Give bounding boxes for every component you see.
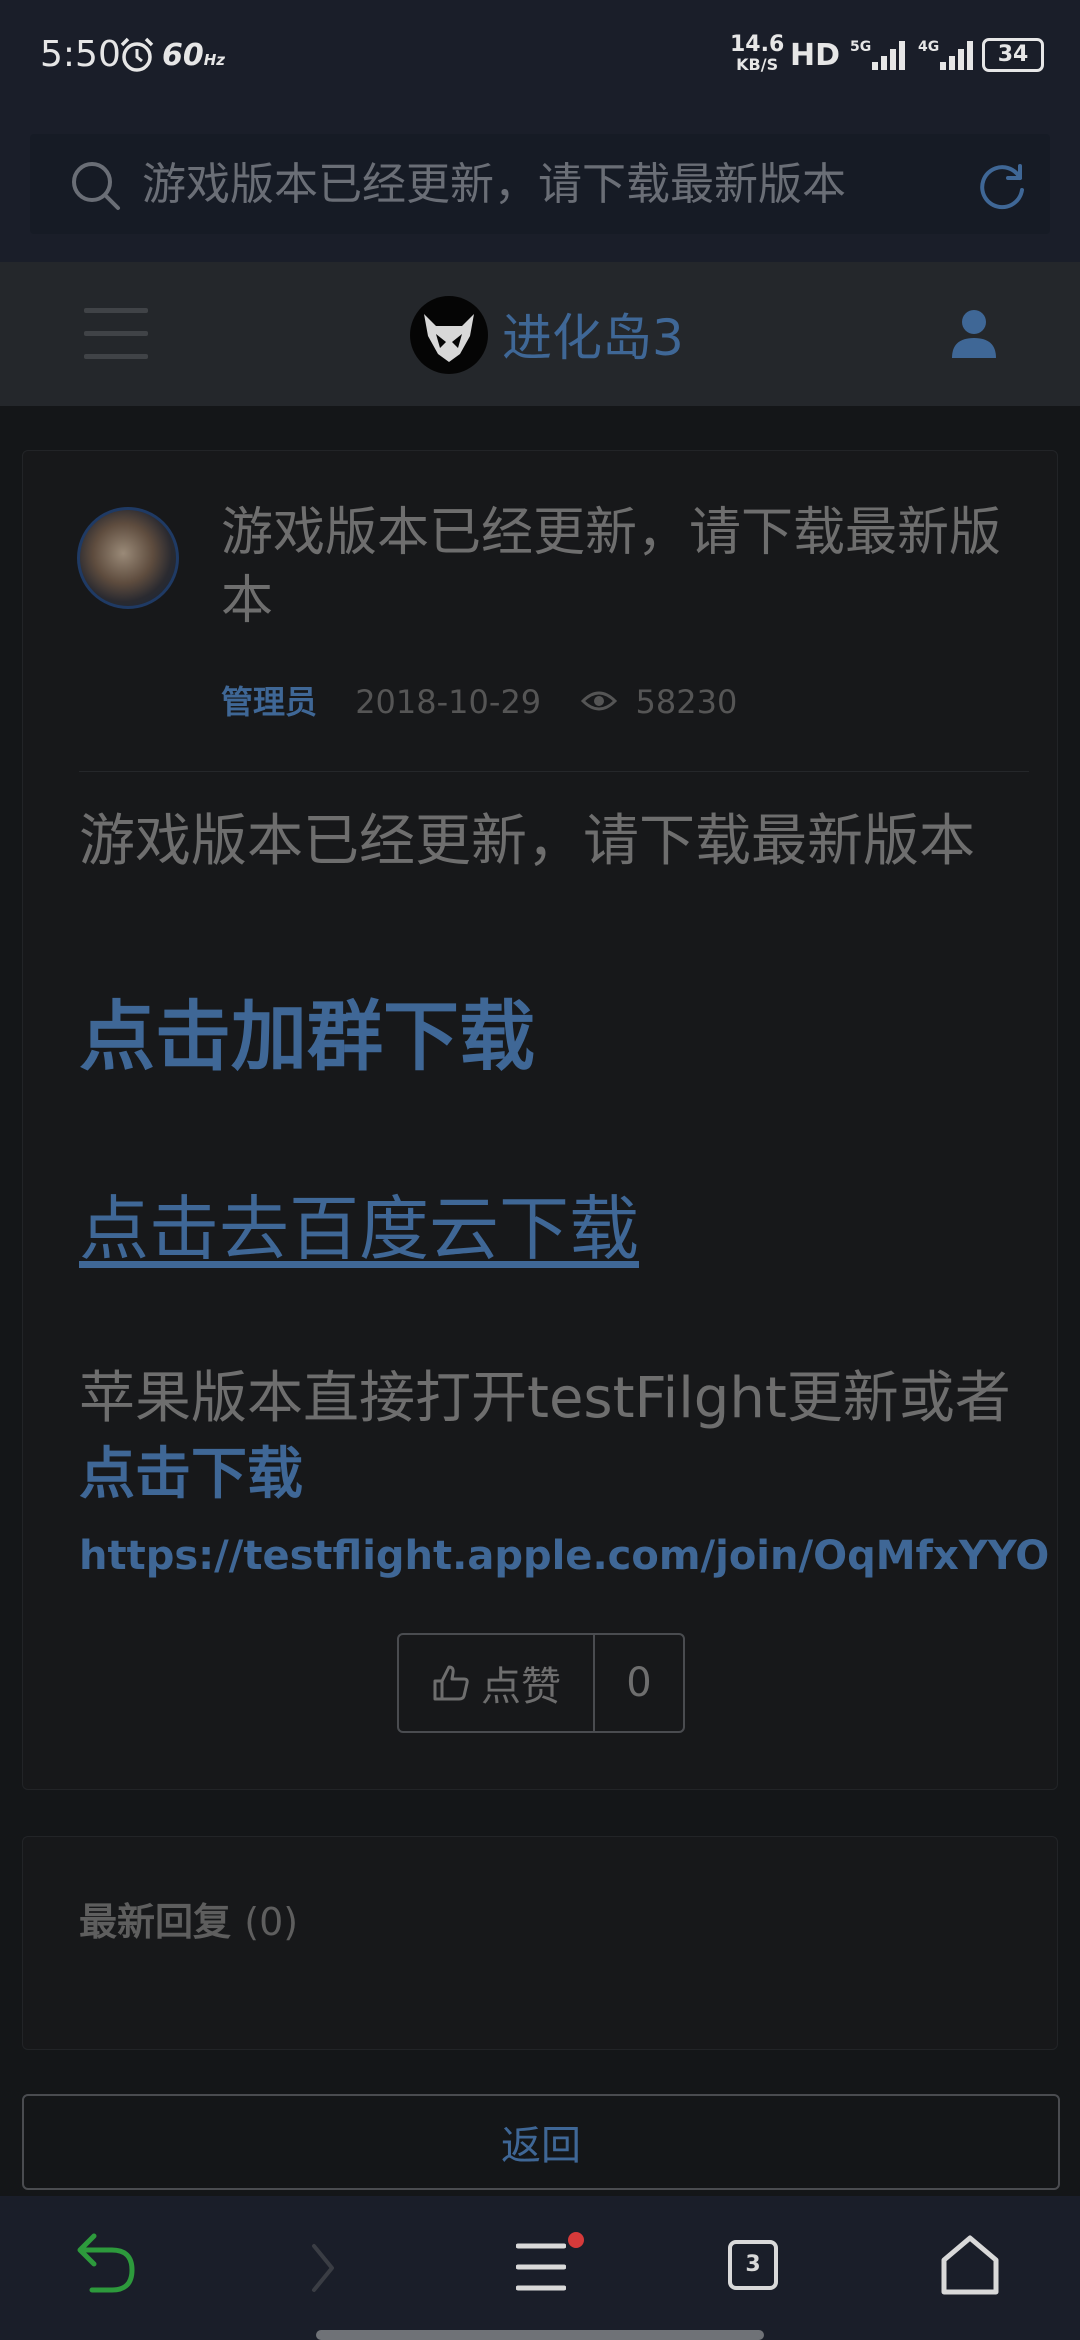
baidu-cloud-download-link[interactable]: 点击去百度云下载 [79, 1173, 639, 1274]
signal-4g-icon: 4G [918, 39, 973, 70]
testflight-url-link[interactable]: https://testflight.apple.com/join/OqMfxY… [79, 1533, 1049, 1579]
post-date: 2018-10-29 [355, 683, 542, 721]
like-button[interactable]: 点赞 [399, 1635, 595, 1731]
battery-icon: 34 [982, 38, 1044, 72]
site-title[interactable]: 进化岛3 [502, 298, 684, 370]
hd-voice-badge: HD [790, 38, 841, 73]
forward-arrow-icon[interactable] [308, 2240, 338, 2296]
eye-icon [581, 691, 618, 711]
back-arrow-icon[interactable] [76, 2232, 136, 2296]
search-icon[interactable] [70, 160, 122, 212]
notification-dot [568, 2232, 584, 2248]
post-title: 游戏版本已经更新，请下载最新版本 [221, 503, 1002, 631]
divider [79, 771, 1029, 772]
site-logo[interactable] [410, 296, 488, 374]
sim2-label: 4G [918, 39, 939, 55]
ios-instructions-text: 苹果版本直接打开testFilght更新或者 [79, 1366, 1011, 1431]
status-bar: 5:50 60Hz 14.6 KB/S HD 5G 4G 34 [0, 0, 1080, 120]
post-card: 游戏版本已经更新，请下载最新版本 管理员 2018-10-29 58230 游戏… [22, 450, 1058, 1790]
author-avatar[interactable] [77, 507, 179, 609]
clock-time: 5:50 [40, 34, 121, 75]
replies-title: 最新回复 [79, 1900, 232, 1944]
like-control: 点赞 0 [397, 1633, 685, 1733]
user-icon[interactable] [950, 308, 998, 360]
post-author[interactable]: 管理员 [221, 683, 317, 721]
signal-5g-icon: 5G [850, 39, 905, 70]
thumbs-up-icon [433, 1665, 469, 1701]
replies-count: (0) [244, 1900, 299, 1944]
search-bar[interactable] [30, 134, 1050, 234]
network-speed: 14.6 KB/S [730, 32, 785, 74]
tabs-button[interactable]: 3 [728, 2240, 778, 2290]
hamburger-menu-icon[interactable] [84, 308, 148, 360]
home-indicator[interactable] [316, 2330, 764, 2340]
alarm-icon [120, 37, 154, 72]
back-button[interactable]: 返回 [22, 2094, 1060, 2190]
home-icon[interactable] [940, 2234, 1000, 2296]
browser-nav-bar: 3 [0, 2196, 1080, 2340]
horned-skull-icon [424, 314, 474, 362]
sim1-label: 5G [850, 39, 871, 55]
menu-icon[interactable] [516, 2240, 566, 2294]
post-meta: 管理员 2018-10-29 58230 [221, 677, 737, 723]
ios-instructions: 苹果版本直接打开testFilght更新或者 点击下载 https://testf… [79, 1361, 1049, 1593]
refresh-rate: 60Hz [162, 38, 226, 73]
replies-heading: 最新回复 (0) [79, 1891, 298, 1946]
view-count: 58230 [635, 683, 738, 721]
like-count: 0 [626, 1660, 652, 1706]
join-group-download-link[interactable]: 点击加群下载 [79, 975, 535, 1085]
site-header: 进化岛3 [0, 262, 1080, 406]
post-body-text: 游戏版本已经更新，请下载最新版本 [79, 809, 975, 874]
like-label: 点赞 [481, 1664, 561, 1710]
download-link[interactable]: 点击下载 [79, 1442, 303, 1507]
search-input[interactable] [142, 134, 942, 234]
refresh-icon[interactable] [974, 158, 1030, 214]
search-area [0, 120, 1080, 262]
replies-card: 最新回复 (0) [22, 1836, 1058, 2050]
